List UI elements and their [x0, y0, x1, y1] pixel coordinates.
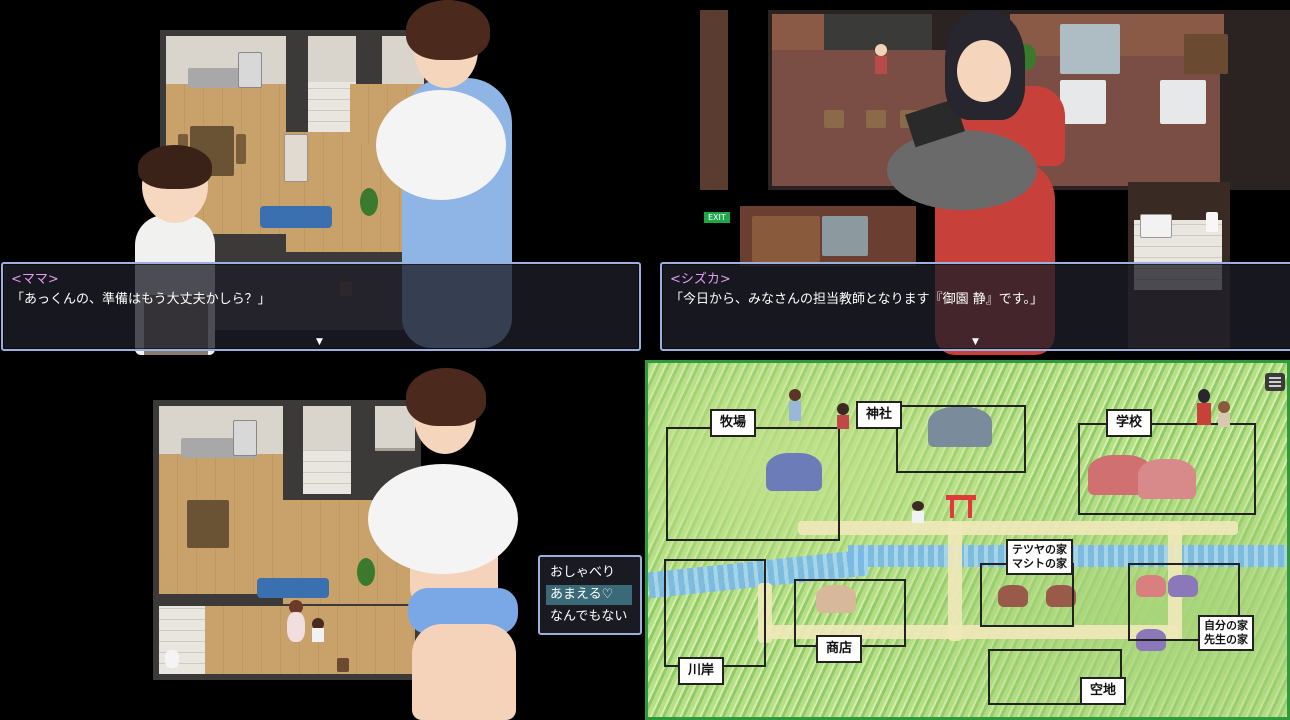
scene-school-teacher: EXIT <シズカ> 「今日から、みなさんの担当教師となります『御園 静』です。… [645, 0, 1290, 360]
sofa [260, 206, 332, 228]
bookshelf [752, 216, 820, 262]
sink [1140, 214, 1172, 238]
location-label-shrine[interactable]: 神社 [856, 401, 903, 430]
location-label-own-house: 自分の家 [1204, 619, 1248, 632]
torii-gate-icon [946, 495, 976, 522]
desk [866, 110, 886, 128]
location-label-mashito: マシトの家 [1012, 556, 1067, 570]
region-school [1078, 423, 1256, 515]
chair [236, 134, 246, 164]
triangle-down-icon: ▼ [316, 337, 323, 347]
triangle-down-icon: ▼ [972, 337, 979, 347]
small-student-sprite [873, 44, 889, 74]
hamburger-menu-icon[interactable] [1265, 373, 1285, 391]
fridge [238, 52, 262, 88]
sofa [257, 578, 329, 598]
scene-home-mama: <ママ> 「あっくんの、準備はもう大丈夫かしら？」 ▼ [0, 0, 645, 360]
shelf [284, 134, 308, 182]
location-label-riverside[interactable]: 川岸 [678, 657, 725, 686]
choice-option-nothing[interactable]: なんでもない [546, 607, 632, 627]
location-label-vacant-lot[interactable]: 空地 [1080, 677, 1127, 706]
mama-character [368, 368, 530, 720]
location-label-shop[interactable]: 商店 [816, 635, 863, 664]
lockers [822, 216, 868, 256]
trash-bin [337, 658, 349, 672]
location-label-tetsuya: テツヤの家 [1012, 543, 1067, 556]
location-label-teacher-house: 先生の家 [1204, 632, 1248, 646]
choice-option-cuddle[interactable]: あまえる♡ [546, 585, 632, 605]
location-label-ranch[interactable]: 牧場 [710, 409, 757, 438]
location-label-school[interactable]: 学校 [1106, 409, 1153, 438]
region-shrine [896, 405, 1026, 473]
dialogue-window[interactable]: <シズカ> 「今日から、みなさんの担当教師となります『御園 静』です。」 ▼ [660, 262, 1290, 351]
location-label-my-house[interactable]: 自分の家 先生の家 [1198, 615, 1254, 651]
toilet [165, 650, 179, 668]
computer-desk [1160, 80, 1206, 124]
road [948, 521, 962, 641]
dialogue-text: 「今日から、みなさんの担当教師となります『御園 静』です。」 [670, 292, 1043, 307]
speaker-name: <ママ> [11, 272, 59, 287]
fridge [233, 420, 257, 456]
npc-sprite [1218, 401, 1230, 427]
region-riverside [664, 559, 766, 667]
small-boy-sprite [311, 618, 325, 642]
toilet [1206, 212, 1218, 232]
scene-home-choice: おしゃべり あまえる♡ なんでもない [0, 360, 645, 720]
choice-menu: おしゃべり あまえる♡ なんでもない [538, 555, 642, 635]
dining-table [187, 500, 229, 548]
speaker-name: <シズカ> [670, 272, 731, 287]
choice-option-chat[interactable]: おしゃべり [546, 563, 632, 583]
location-label-friends-houses[interactable]: テツヤの家 マシトの家 [1006, 539, 1073, 575]
small-mama-sprite [287, 600, 305, 642]
bookshelf [1184, 34, 1228, 74]
dialogue-window[interactable]: <ママ> 「あっくんの、準備はもう大丈夫かしら？」 ▼ [1, 262, 641, 351]
npc-sprite [836, 403, 850, 429]
region-ranch [666, 427, 840, 541]
player-sprite [788, 389, 802, 423]
teacher-sprite [1196, 389, 1212, 425]
scene-town-map: 牧場 神社 学校 テツヤの家 マシトの家 川岸 商店 自分の家 先生の家 空地 [645, 360, 1290, 720]
dialogue-text: 「あっくんの、準備はもう大丈夫かしら？」 [11, 292, 271, 307]
exit-sign: EXIT [704, 212, 730, 223]
desk [824, 110, 844, 128]
npc-sprite [912, 501, 924, 523]
